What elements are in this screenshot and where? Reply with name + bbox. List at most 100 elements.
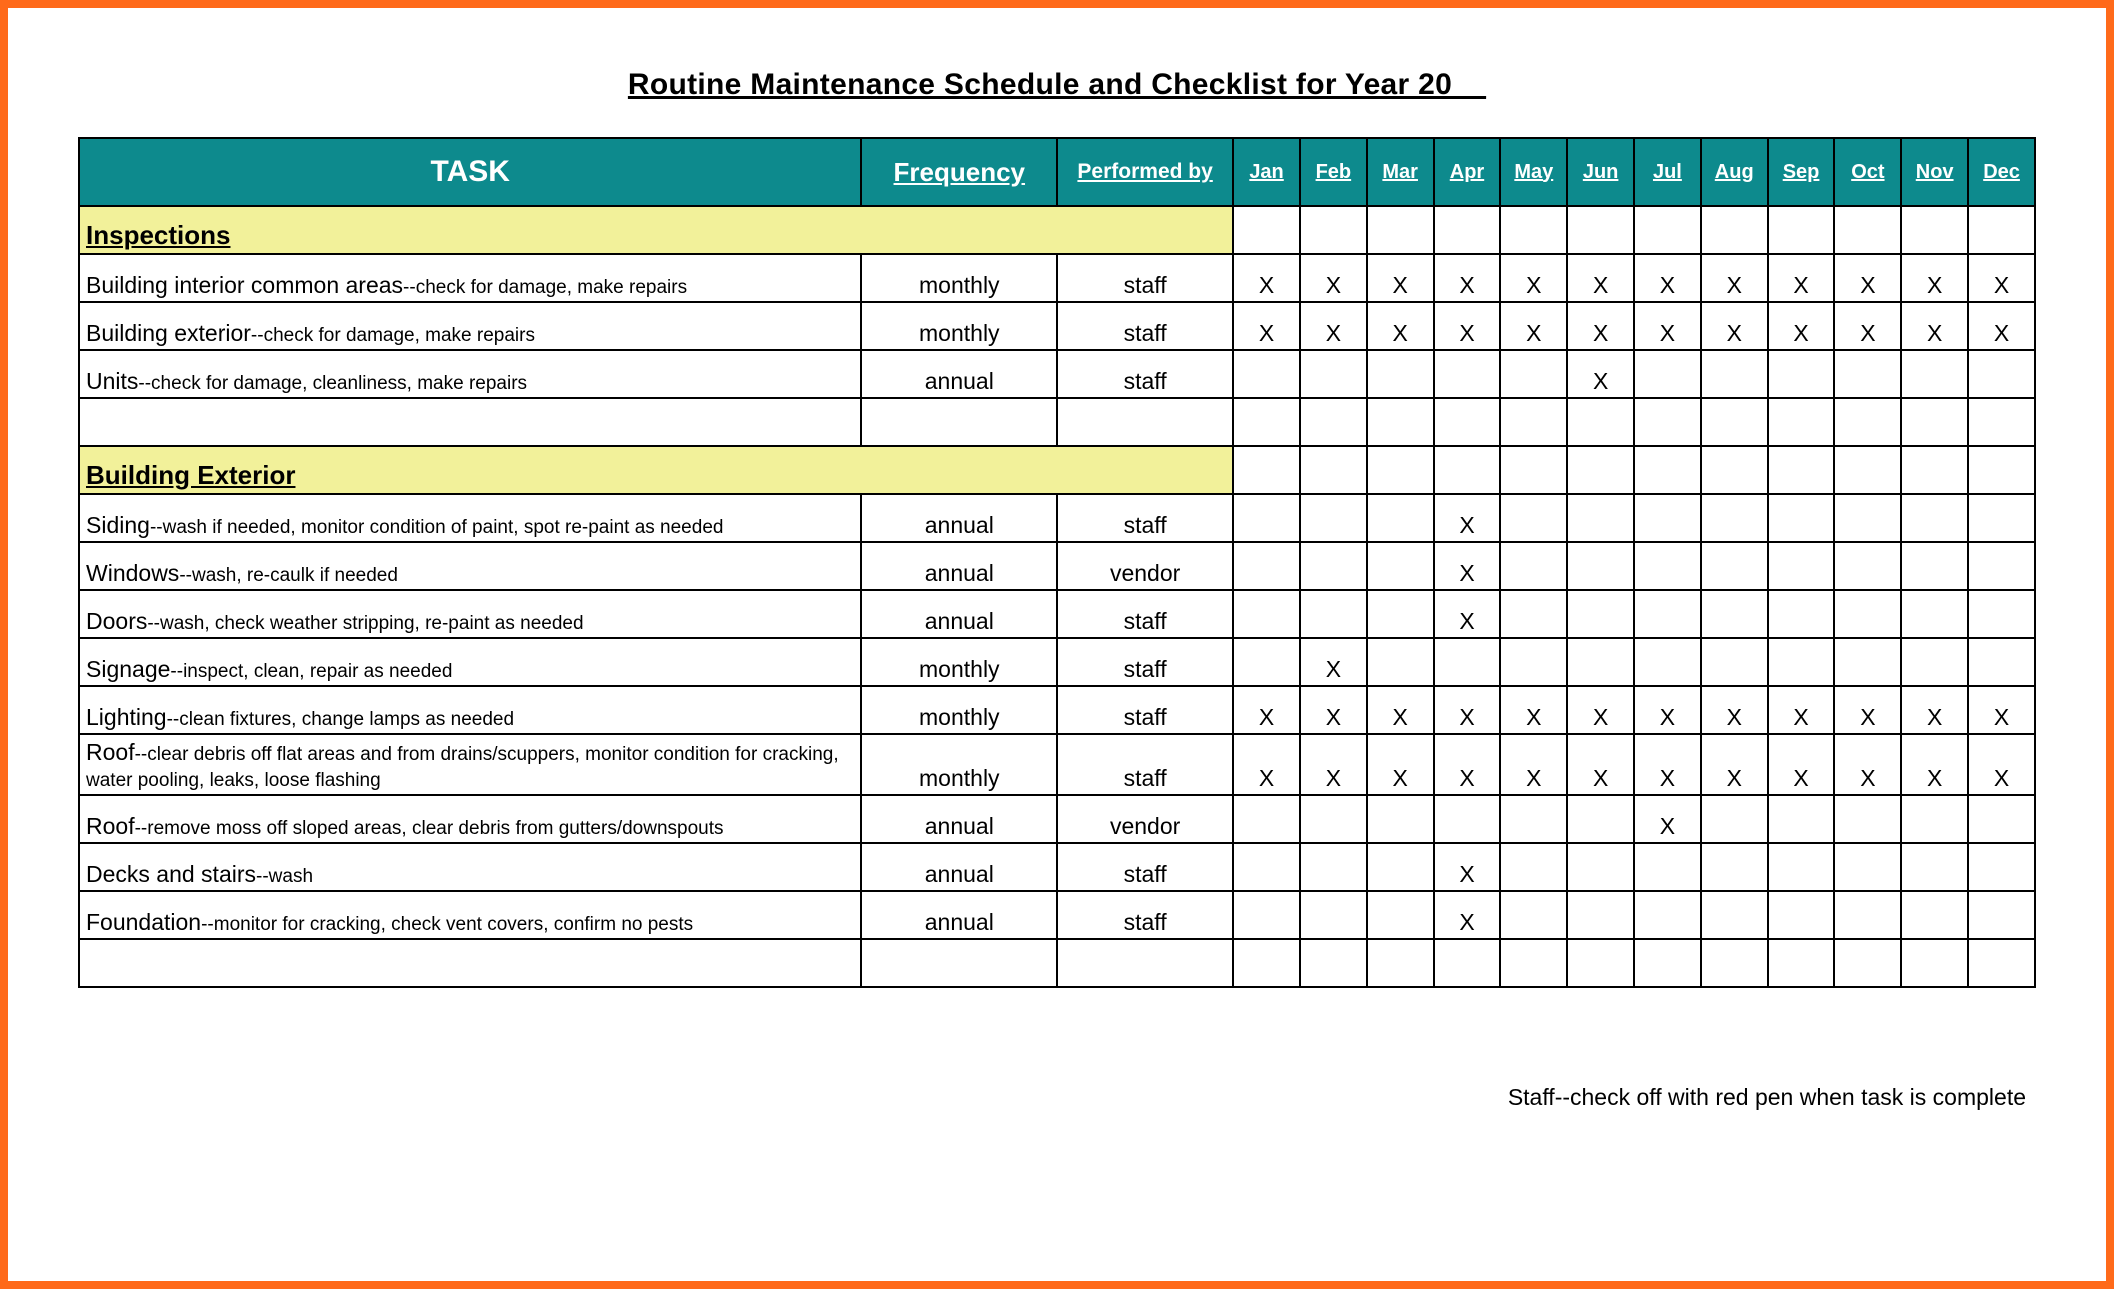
month-cell: [1500, 350, 1567, 398]
month-cell: [1768, 638, 1835, 686]
month-cell: X: [1300, 302, 1367, 350]
table-row: Signage--inspect, clean, repair as neede…: [79, 638, 2035, 686]
task-desc: --inspect, clean, repair as needed: [170, 661, 452, 682]
task-name: Roof: [86, 813, 135, 839]
performed-by-cell: vendor: [1057, 795, 1233, 843]
month-cell: X: [1567, 350, 1634, 398]
task-desc: --remove moss off sloped areas, clear de…: [135, 818, 724, 839]
month-cell: X: [1968, 734, 2035, 795]
month-cell: [1634, 494, 1701, 542]
page-title: Routine Maintenance Schedule and Checkli…: [78, 68, 2036, 102]
month-cell: X: [1434, 590, 1501, 638]
task-name: Roof: [86, 739, 135, 765]
task-desc: --wash: [256, 866, 313, 887]
month-cell: X: [1300, 638, 1367, 686]
table-row: Foundation--monitor for cracking, check …: [79, 891, 2035, 939]
month-cell: X: [1834, 302, 1901, 350]
empty-cell: [79, 939, 861, 987]
empty-cell: [861, 939, 1057, 987]
month-cell: [1367, 206, 1434, 254]
task-name: Windows: [86, 560, 179, 586]
task-desc: --clean fixtures, change lamps as needed: [167, 709, 514, 730]
performed-by-cell: staff: [1057, 686, 1233, 734]
performed-by-cell: staff: [1057, 302, 1233, 350]
empty-cell: [1434, 939, 1501, 987]
task-cell: Building exterior--check for damage, mak…: [79, 302, 861, 350]
month-cell: [1367, 843, 1434, 891]
task-desc: --wash, check weather stripping, re-pain…: [147, 613, 583, 634]
month-cell: X: [1901, 686, 1968, 734]
frequency-cell: annual: [861, 891, 1057, 939]
month-cell: X: [1567, 686, 1634, 734]
month-cell: [1300, 891, 1367, 939]
month-cell: X: [1768, 734, 1835, 795]
month-cell: [1701, 638, 1768, 686]
col-frequency: Frequency: [861, 138, 1057, 206]
month-cell: X: [1233, 686, 1300, 734]
month-cell: X: [1834, 686, 1901, 734]
table-row: Building interior common areas--check fo…: [79, 254, 2035, 302]
month-cell: [1233, 795, 1300, 843]
month-cell: [1500, 843, 1567, 891]
month-cell: [1834, 542, 1901, 590]
month-cell: [1300, 446, 1367, 494]
empty-cell: [1367, 398, 1434, 446]
month-cell: [1701, 446, 1768, 494]
table-row: Decks and stairs--washannualstaffX: [79, 843, 2035, 891]
empty-cell: [1968, 398, 2035, 446]
month-cell: [1567, 891, 1634, 939]
task-name: Building exterior: [86, 320, 251, 346]
month-cell: X: [1834, 254, 1901, 302]
month-cell: [1300, 795, 1367, 843]
month-cell: X: [1567, 734, 1634, 795]
performed-by-cell: staff: [1057, 494, 1233, 542]
month-cell: [1968, 350, 2035, 398]
month-cell: [1500, 638, 1567, 686]
performed-by-cell: staff: [1057, 843, 1233, 891]
month-cell: [1567, 795, 1634, 843]
empty-cell: [1367, 939, 1434, 987]
month-cell: [1233, 206, 1300, 254]
task-desc: --check for damage, make repairs: [403, 277, 687, 298]
month-cell: X: [1968, 254, 2035, 302]
performed-by-cell: staff: [1057, 590, 1233, 638]
section-row: Inspections: [79, 206, 2035, 254]
task-cell: Building interior common areas--check fo…: [79, 254, 861, 302]
month-cell: [1901, 590, 1968, 638]
month-cell: [1634, 350, 1701, 398]
month-cell: X: [1567, 302, 1634, 350]
task-name: Signage: [86, 656, 170, 682]
task-cell: Units--check for damage, cleanliness, ma…: [79, 350, 861, 398]
month-cell: [1500, 494, 1567, 542]
month-cell: [1901, 638, 1968, 686]
empty-row: [79, 939, 2035, 987]
month-cell: X: [1567, 254, 1634, 302]
empty-cell: [1567, 939, 1634, 987]
col-month: Jul: [1634, 138, 1701, 206]
col-month: Jun: [1567, 138, 1634, 206]
performed-by-cell: staff: [1057, 638, 1233, 686]
month-cell: X: [1901, 734, 1968, 795]
month-cell: [1367, 446, 1434, 494]
month-cell: [1834, 350, 1901, 398]
col-month: Mar: [1367, 138, 1434, 206]
month-cell: X: [1434, 891, 1501, 939]
empty-cell: [1434, 398, 1501, 446]
month-cell: [1367, 542, 1434, 590]
empty-cell: [1500, 939, 1567, 987]
month-cell: [1834, 590, 1901, 638]
empty-cell: [1634, 398, 1701, 446]
month-cell: X: [1968, 302, 2035, 350]
month-cell: X: [1701, 302, 1768, 350]
document-page: Routine Maintenance Schedule and Checkli…: [0, 0, 2114, 1289]
month-cell: [1434, 638, 1501, 686]
month-cell: [1434, 350, 1501, 398]
month-cell: [1701, 891, 1768, 939]
month-cell: [1567, 843, 1634, 891]
col-month: Jan: [1233, 138, 1300, 206]
month-cell: X: [1968, 686, 2035, 734]
empty-cell: [1834, 398, 1901, 446]
month-cell: [1233, 350, 1300, 398]
empty-row: [79, 398, 2035, 446]
frequency-cell: annual: [861, 494, 1057, 542]
